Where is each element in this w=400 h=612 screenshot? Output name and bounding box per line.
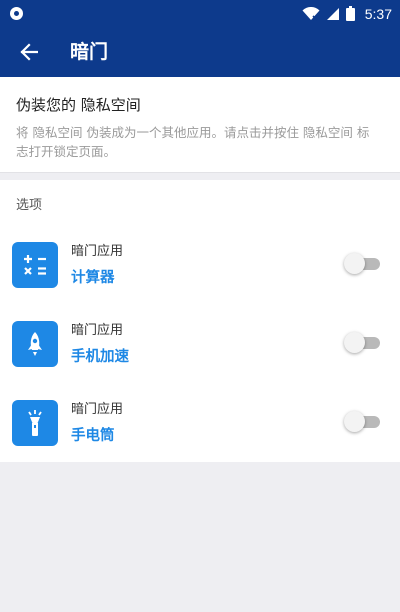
options-section: 选项 暗门应用 计算器 暗门应用 手机加速 暗门应用 手电筒 [0, 180, 400, 462]
toggle-thumb [344, 253, 365, 274]
option-name: 计算器 [71, 270, 115, 286]
back-button[interactable] [12, 35, 46, 69]
wifi-icon [302, 6, 320, 21]
arrow-left-icon [20, 43, 38, 61]
option-row-booster[interactable]: 暗门应用 手机加速 [0, 317, 400, 395]
option-row-calculator[interactable]: 暗门应用 计算器 [0, 238, 400, 316]
calculator-icon [12, 242, 58, 288]
status-bar: 5:37 [0, 0, 400, 27]
calculator-toggle[interactable] [344, 252, 382, 274]
notification-dot-icon [10, 7, 23, 20]
option-label: 暗门应用 [71, 244, 124, 259]
status-icons: 5:37 [302, 0, 392, 27]
toggle-thumb [344, 411, 365, 432]
screen: 5:37 暗门 伪装您的 隐私空间 将 隐私空间 伪装成为一个其他应用。请点击并… [0, 0, 400, 612]
option-name: 手电筒 [71, 428, 115, 444]
options-header: 选项 [16, 198, 43, 213]
option-label: 暗门应用 [71, 402, 124, 417]
booster-toggle[interactable] [344, 331, 382, 353]
battery-icon [345, 6, 355, 21]
option-name: 手机加速 [71, 349, 129, 365]
flashlight-toggle[interactable] [344, 410, 382, 432]
option-label: 暗门应用 [71, 323, 124, 338]
intro-card: 伪装您的 隐私空间 将 隐私空间 伪装成为一个其他应用。请点击并按住 隐私空间 … [0, 77, 400, 173]
option-row-flashlight[interactable]: 暗门应用 手电筒 [0, 396, 400, 474]
flashlight-icon [12, 400, 58, 446]
rocket-icon [12, 321, 58, 367]
app-bar: 暗门 [0, 27, 400, 77]
intro-title: 伪装您的 隐私空间 [16, 96, 141, 114]
toggle-thumb [344, 332, 365, 353]
signal-icon [326, 7, 339, 20]
status-time: 5:37 [364, 5, 392, 22]
page-title: 暗门 [70, 41, 109, 63]
intro-description: 将 隐私空间 伪装成为一个其他应用。请点击并按住 隐私空间 标志打开锁定页面。 [16, 125, 370, 159]
